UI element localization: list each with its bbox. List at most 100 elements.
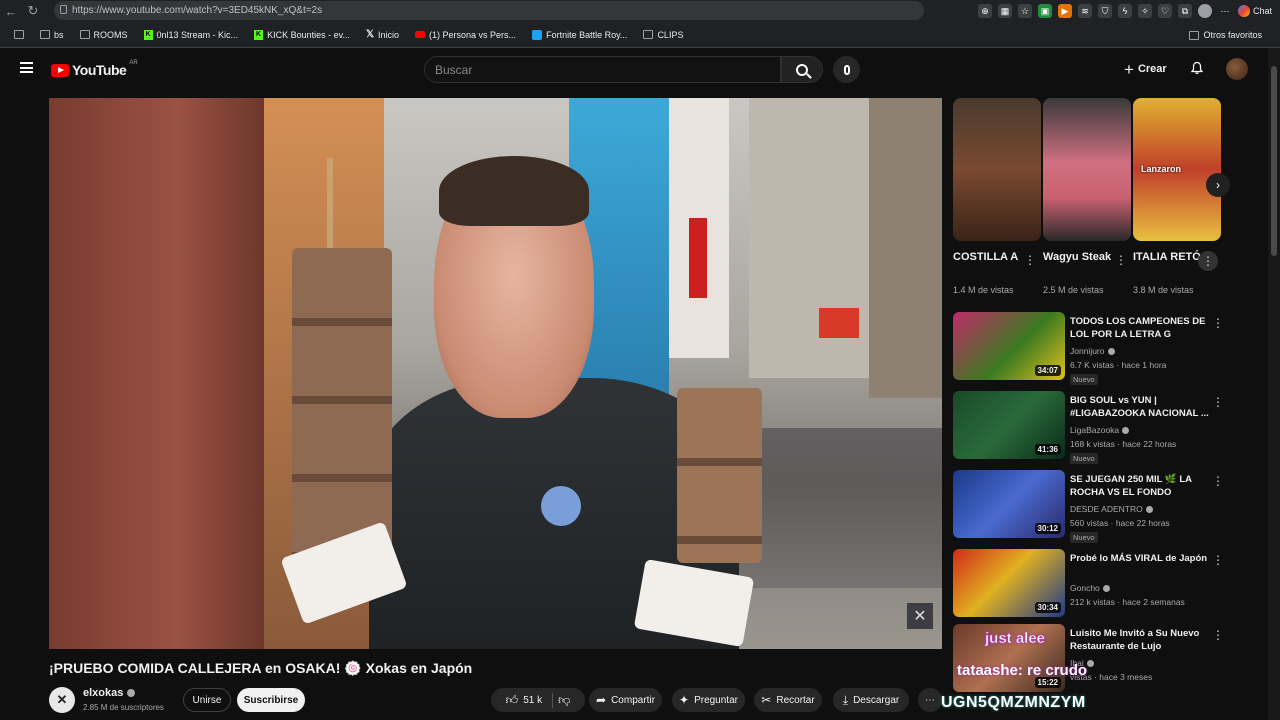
menu-dots-icon[interactable]: ⋯	[1218, 4, 1232, 18]
short-menu-icon[interactable]: ⋮	[1198, 251, 1218, 271]
recommendation-menu-icon[interactable]: ⋮	[1212, 395, 1224, 409]
verified-icon	[1122, 426, 1130, 434]
recommendation-title[interactable]: Probé lo MÁS VIRAL de Japón	[1070, 552, 1212, 565]
verified-icon	[1086, 659, 1094, 667]
share-button[interactable]: ➦ Compartir	[589, 688, 662, 712]
recommendation-thumbnail[interactable]: 34:07	[953, 312, 1065, 380]
other-favorites[interactable]: Otros favoritos	[1181, 22, 1270, 48]
extension-play-icon[interactable]: ▶	[1057, 4, 1072, 18]
extension-wave-icon[interactable]: ≋	[1077, 4, 1092, 18]
recommendation-thumbnail[interactable]: 30:34	[953, 549, 1065, 617]
recommendation-menu-icon[interactable]: ⋮	[1212, 316, 1224, 330]
short-views: 1.4 M de vistas	[953, 285, 1014, 295]
extension-bolt-icon[interactable]: ϟ	[1117, 4, 1132, 18]
back-icon[interactable]: ←	[0, 0, 22, 22]
short-thumbnail[interactable]: Lanzaron	[1133, 98, 1221, 241]
bookmarks-toggle[interactable]	[6, 30, 32, 39]
extension-shield-icon[interactable]: ⛉	[1097, 4, 1112, 18]
subscribe-button[interactable]: Suscribirse	[237, 688, 305, 712]
bookmark-kick-bounties[interactable]: K KICK Bounties - ev...	[246, 29, 358, 40]
extensions-puzzle-icon[interactable]: ✧	[1137, 4, 1152, 18]
recommendation-title[interactable]: BIG SOUL vs YUN | #LIGABAZOOKA NACIONAL …	[1070, 394, 1212, 420]
clip-button[interactable]: ✂ Recortar	[754, 688, 822, 712]
recommendation-menu-icon[interactable]: ⋮	[1212, 628, 1224, 642]
search-box	[424, 56, 781, 83]
short-thumbnail[interactable]	[953, 98, 1041, 241]
recommendation-title[interactable]: TODOS LOS CAMPEONES DE LOL POR LA LETRA …	[1070, 315, 1212, 341]
bookmark-rooms[interactable]: ROOMS	[72, 30, 136, 40]
country-code: AR	[129, 60, 138, 66]
recommendation-title[interactable]: Luisito Me Invitó a Su Nuevo Restaurante…	[1070, 627, 1212, 653]
copilot-chat-button[interactable]: Chat	[1237, 5, 1272, 17]
recommendation-item[interactable]: 30:12 SE JUEGAN 250 MIL 🌿 LA ROCHA VS EL…	[953, 470, 1225, 543]
translate-icon[interactable]: ⊕	[977, 4, 992, 18]
recommendation-meta: 168 k vistas · hace 22 horas	[1070, 439, 1177, 449]
video-frame-person-hair	[439, 156, 589, 226]
account-avatar[interactable]	[1226, 58, 1248, 80]
short-title[interactable]: COSTILLA A LA ...	[953, 250, 1021, 265]
star-icon[interactable]: ☆	[1017, 4, 1032, 18]
notifications-bell-icon[interactable]	[1190, 61, 1204, 75]
shorts-next-arrow-icon[interactable]: ›	[1206, 173, 1230, 197]
recommendation-menu-icon[interactable]: ⋮	[1212, 474, 1224, 488]
ask-button[interactable]: ✦ Preguntar	[672, 688, 745, 712]
bookmark-label: Inicio	[378, 29, 400, 40]
subscriber-count: 2.85 M de suscriptores	[83, 703, 164, 712]
create-button[interactable]: + Crear	[1124, 59, 1167, 79]
like-button[interactable]: 👍︎ 51 k	[506, 692, 554, 708]
reload-icon[interactable]: ↻	[22, 0, 44, 22]
new-badge: Nuevo	[1070, 374, 1098, 385]
profile-icon[interactable]	[1197, 4, 1212, 18]
address-bar[interactable]: https://www.youtube.com/watch?v=3ED45kNK…	[54, 1, 924, 20]
browser-toolbar: ← ↻ https://www.youtube.com/watch?v=3ED4…	[0, 0, 1280, 22]
channel-name[interactable]: elxokas	[83, 687, 136, 699]
bookmark-fortnite[interactable]: Fortnite Battle Roy...	[524, 29, 635, 40]
video-player[interactable]: ✕	[49, 98, 942, 649]
search-input[interactable]	[435, 62, 780, 77]
short-thumbnail[interactable]	[1043, 98, 1131, 241]
short-views: 3.8 M de vistas	[1133, 285, 1194, 295]
new-badge: Nuevo	[1070, 453, 1098, 464]
youtube-header: YouTube AR + Crear	[0, 48, 1280, 90]
bookmark-bs[interactable]: bs	[32, 30, 72, 40]
favorites-icon[interactable]: ♡	[1157, 4, 1172, 18]
recommendation-thumbnail[interactable]: 41:36	[953, 391, 1065, 459]
short-menu-icon[interactable]: ⋮	[1115, 254, 1127, 266]
short-title[interactable]: Wagyu Steak(A5)...	[1043, 250, 1111, 265]
page-scrollbar[interactable]	[1268, 48, 1280, 720]
voice-search-button[interactable]	[833, 56, 860, 83]
dislike-button[interactable]: 👎︎	[558, 693, 570, 708]
recommendation-channel[interactable]: LigaBazooka	[1070, 425, 1130, 435]
scrollbar-thumb[interactable]	[1271, 66, 1277, 256]
collections-icon[interactable]: ⧉	[1177, 4, 1192, 18]
join-button[interactable]: Unirse	[183, 688, 231, 712]
short-title[interactable]: ITALIA RETÓ AL PAÍS ...	[1133, 250, 1201, 265]
bookmark-x-inicio[interactable]: 𝕏 Inicio	[358, 29, 407, 40]
search-button[interactable]	[781, 56, 823, 83]
bookmark-clips[interactable]: CLIPS	[635, 30, 691, 40]
folder-icon	[40, 30, 50, 39]
recommendation-thumbnail[interactable]: 30:12	[953, 470, 1065, 538]
channel-watermark-icon[interactable]: ✕	[907, 603, 933, 629]
grid-icon[interactable]: ▦	[997, 4, 1012, 18]
recommendation-title[interactable]: SE JUEGAN 250 MIL 🌿 LA ROCHA VS EL FONDO	[1070, 473, 1212, 499]
recommendation-channel[interactable]: Jonnijuro	[1070, 346, 1115, 356]
download-button[interactable]: ⤓ Descargar	[833, 688, 909, 712]
video-duration: 30:34	[1034, 602, 1061, 613]
recommendation-item[interactable]: 41:36 BIG SOUL vs YUN | #LIGABAZOOKA NAC…	[953, 391, 1225, 464]
youtube-logo[interactable]: YouTube AR	[51, 60, 138, 78]
recommendation-channel[interactable]: Goncho	[1070, 583, 1110, 593]
bookmark-youtube[interactable]: (1) Persona vs Pers...	[407, 30, 524, 40]
bookmark-label: Fortnite Battle Roy...	[546, 29, 628, 40]
extension-sheets-icon[interactable]: ▣	[1037, 4, 1052, 18]
more-actions-button[interactable]: ⋯	[918, 688, 942, 712]
clip-label: Recortar	[776, 694, 815, 706]
recommendation-item[interactable]: 30:34 Probé lo MÁS VIRAL de Japón Goncho…	[953, 549, 1225, 619]
recommendation-item[interactable]: 34:07 TODOS LOS CAMPEONES DE LOL POR LA …	[953, 312, 1225, 385]
recommendation-menu-icon[interactable]: ⋮	[1212, 553, 1224, 567]
recommendation-channel[interactable]: DESDE ADENTRO	[1070, 504, 1153, 514]
bookmark-kick-stream[interactable]: K 0nl13 Stream - Kic...	[136, 29, 247, 40]
short-menu-icon[interactable]: ⋮	[1024, 254, 1036, 266]
menu-icon[interactable]	[20, 62, 33, 73]
channel-avatar[interactable]: ✕	[49, 687, 75, 713]
